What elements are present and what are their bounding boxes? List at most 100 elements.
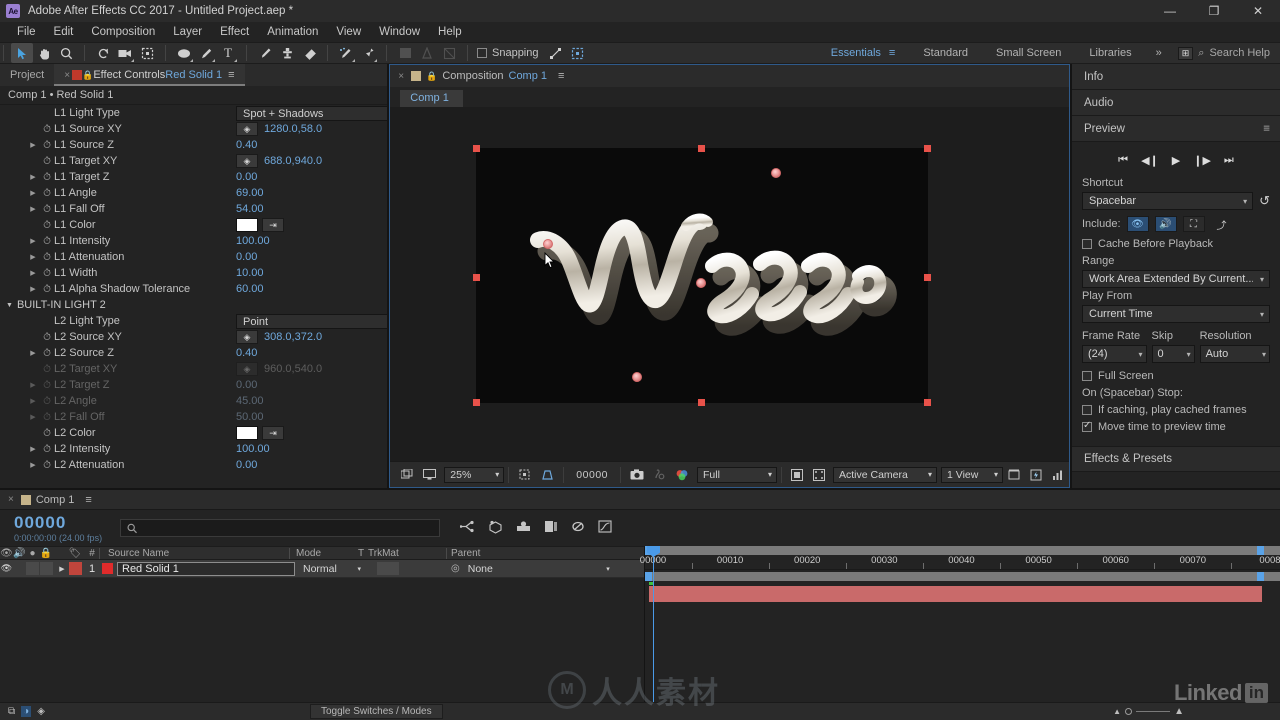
twirl-right-icon[interactable]: ▶ bbox=[26, 237, 40, 245]
cache-before-playback-checkbox[interactable] bbox=[1082, 239, 1092, 249]
toggle-transparency-icon[interactable] bbox=[786, 466, 808, 484]
zoom-out-icon[interactable]: ▲ bbox=[1113, 707, 1121, 716]
stopwatch-icon[interactable]: ⏱ bbox=[40, 236, 54, 247]
effect-property-value[interactable]: 60.00 bbox=[236, 283, 264, 295]
frame-rate-select[interactable]: (24) ▾ bbox=[1082, 345, 1147, 363]
color-swatch[interactable] bbox=[236, 218, 258, 232]
stopwatch-icon[interactable]: ⏱ bbox=[40, 332, 54, 343]
effect-property-value[interactable]: 308.0,372.0 bbox=[264, 331, 322, 343]
monitor-icon[interactable] bbox=[418, 466, 441, 484]
effect-property-row[interactable]: ▶ ⏱ L1 Angle 69.00 bbox=[0, 185, 387, 201]
selection-tool[interactable] bbox=[11, 43, 33, 63]
twirl-right-icon[interactable]: ▶ bbox=[26, 461, 40, 469]
include-video-icon[interactable]: 👁 bbox=[1126, 216, 1149, 232]
pixel-aspect-icon[interactable] bbox=[1003, 466, 1025, 484]
work-area-end-handle-lower[interactable] bbox=[1257, 572, 1264, 581]
current-time-display[interactable]: 00000 0:00:00:00 (24.00 fps) bbox=[0, 513, 120, 543]
fast-preview-icon[interactable] bbox=[1025, 466, 1047, 484]
effect-property-value[interactable]: 0.40 bbox=[236, 139, 257, 151]
graph-editor-icon[interactable] bbox=[598, 520, 612, 536]
panel-audio[interactable]: Audio bbox=[1072, 90, 1280, 116]
resolution-select[interactable]: Full ▾ bbox=[697, 466, 777, 483]
effect-property-row[interactable]: ▶ ⏱ L1 Fall Off 54.00 bbox=[0, 201, 387, 217]
region-of-interest-icon[interactable] bbox=[536, 466, 559, 484]
frame-blend-status-icon[interactable]: ⧉ bbox=[8, 706, 15, 717]
layer-solo-toggle[interactable] bbox=[26, 562, 39, 575]
eraser-tool[interactable] bbox=[298, 43, 320, 63]
color-swatch[interactable] bbox=[236, 426, 258, 440]
always-preview-icon[interactable] bbox=[396, 466, 418, 484]
zoom-tool[interactable] bbox=[55, 43, 77, 63]
panel-menu-icon[interactable]: ≡ bbox=[228, 69, 234, 81]
layer-name[interactable]: Red Solid 1 bbox=[117, 561, 295, 576]
hide-shy-layers-icon[interactable] bbox=[516, 520, 531, 536]
frame-blending-icon[interactable] bbox=[544, 520, 558, 536]
effect-property-row[interactable]: ▶ ⏱ L1 Source Z 0.40 bbox=[0, 137, 387, 153]
work-area-bar-lower[interactable] bbox=[645, 572, 1280, 581]
selection-handle[interactable] bbox=[473, 274, 481, 281]
panel-info[interactable]: Info bbox=[1072, 64, 1280, 90]
region-of-interest-tool[interactable] bbox=[136, 43, 158, 63]
menu-item-effect[interactable]: Effect bbox=[211, 24, 258, 40]
effect-group-12[interactable]: ▼ BUILT-IN LIGHT 2 bbox=[0, 297, 387, 313]
search-field[interactable] bbox=[141, 522, 439, 534]
time-ruler[interactable]: 0000000010000200003000040000500006000070… bbox=[640, 555, 1280, 570]
stopwatch-icon[interactable]: ⏱ bbox=[40, 156, 54, 167]
play-from-select[interactable]: Current Time ▾ bbox=[1082, 305, 1270, 323]
puppet-pin-tool[interactable] bbox=[357, 43, 379, 63]
composition-stage[interactable] bbox=[473, 145, 932, 406]
stopwatch-icon[interactable]: ⏱ bbox=[40, 412, 54, 423]
move-time-row[interactable]: Move time to preview time bbox=[1082, 420, 1270, 433]
menu-item-file[interactable]: File bbox=[8, 24, 45, 40]
menu-item-window[interactable]: Window bbox=[370, 24, 429, 40]
layer-duration-bar[interactable] bbox=[649, 586, 1262, 602]
if-caching-row[interactable]: If caching, play cached frames bbox=[1082, 404, 1270, 416]
preview-resolution-select[interactable]: Auto ▾ bbox=[1199, 345, 1270, 363]
search-help[interactable]: ⊞ ⌕ Search Help bbox=[1172, 46, 1280, 60]
include-audio-icon[interactable]: 🔊 bbox=[1154, 216, 1177, 232]
effect-property-value[interactable]: 10.00 bbox=[236, 267, 264, 279]
effect-property-value[interactable]: 1280.0,58.0 bbox=[264, 123, 322, 135]
workspace-menu-icon[interactable]: ≡ bbox=[889, 47, 895, 59]
channel-rgb-icon[interactable] bbox=[670, 466, 694, 484]
zoom-in-icon[interactable]: ▲ bbox=[1174, 706, 1184, 717]
effect-property-row[interactable]: ▶ ⏱ L1 Intensity 100.00 bbox=[0, 233, 387, 249]
last-frame-button[interactable]: ⏭ bbox=[1224, 154, 1234, 167]
if-caching-checkbox[interactable] bbox=[1082, 405, 1092, 415]
maximize-button[interactable]: ❐ bbox=[1192, 0, 1236, 22]
export-icon[interactable]: ⤴ bbox=[1211, 216, 1233, 232]
eyedropper-icon[interactable]: ⇥ bbox=[262, 218, 284, 232]
effect-property-value[interactable]: 688.0,940.0 bbox=[264, 155, 322, 167]
stopwatch-icon[interactable]: ⏱ bbox=[40, 204, 54, 215]
show-snapshot-icon[interactable] bbox=[649, 466, 670, 484]
selection-handle[interactable] bbox=[473, 145, 481, 152]
xy-picker-button[interactable]: ◈ bbox=[236, 122, 258, 136]
workspace-layout-icon[interactable]: ⊞ bbox=[1177, 46, 1194, 60]
effect-property-value[interactable]: 0.00 bbox=[236, 171, 257, 183]
effect-property-value[interactable]: 100.00 bbox=[236, 235, 270, 247]
effect-property-value[interactable]: 960.0,540.0 bbox=[264, 363, 322, 375]
clone-stamp-tool[interactable] bbox=[276, 43, 298, 63]
draft-3d-icon[interactable] bbox=[488, 520, 503, 537]
close-icon[interactable]: × bbox=[64, 70, 70, 81]
menu-item-layer[interactable]: Layer bbox=[164, 24, 211, 40]
zoom-thumb[interactable] bbox=[1125, 708, 1133, 715]
effect-property-row[interactable]: ▶ ⏱ L2 Fall Off 50.00 bbox=[0, 409, 387, 425]
stopwatch-icon[interactable]: ⏱ bbox=[40, 140, 54, 151]
layer-lock-toggle[interactable] bbox=[40, 562, 53, 575]
stopwatch-icon[interactable]: ⏱ bbox=[40, 172, 54, 183]
twirl-right-icon[interactable]: ▶ bbox=[26, 189, 40, 197]
effect-property-value[interactable]: 0.00 bbox=[236, 251, 257, 263]
effect-property-row[interactable]: ▶ ⏱ L1 Alpha Shadow Tolerance 60.00 bbox=[0, 281, 387, 297]
composition-mini-flowchart-icon[interactable] bbox=[459, 520, 475, 536]
snapshot-icon[interactable] bbox=[625, 466, 649, 484]
effect-property-select[interactable]: Point▾ bbox=[236, 314, 388, 329]
selection-handle[interactable] bbox=[924, 274, 932, 281]
effect-property-value[interactable]: 0.40 bbox=[236, 347, 257, 359]
twirl-right-icon[interactable]: ▶ bbox=[26, 381, 40, 389]
roto-brush-tool[interactable] bbox=[335, 43, 357, 63]
shape-tool[interactable] bbox=[173, 43, 195, 63]
stopwatch-icon[interactable]: ⏱ bbox=[40, 348, 54, 359]
selection-handle[interactable] bbox=[698, 145, 706, 152]
effect-property-select[interactable]: Spot + Shadows▾ bbox=[236, 106, 388, 121]
